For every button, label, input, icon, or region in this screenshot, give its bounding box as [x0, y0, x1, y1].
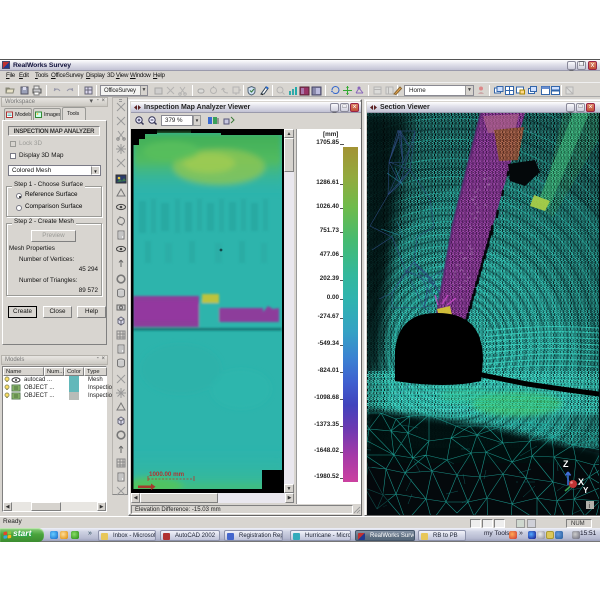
svg-text:Z: Z: [563, 459, 569, 469]
svg-text:Y: Y: [583, 486, 589, 495]
svg-text:1000.00 mm: 1000.00 mm: [149, 471, 185, 478]
